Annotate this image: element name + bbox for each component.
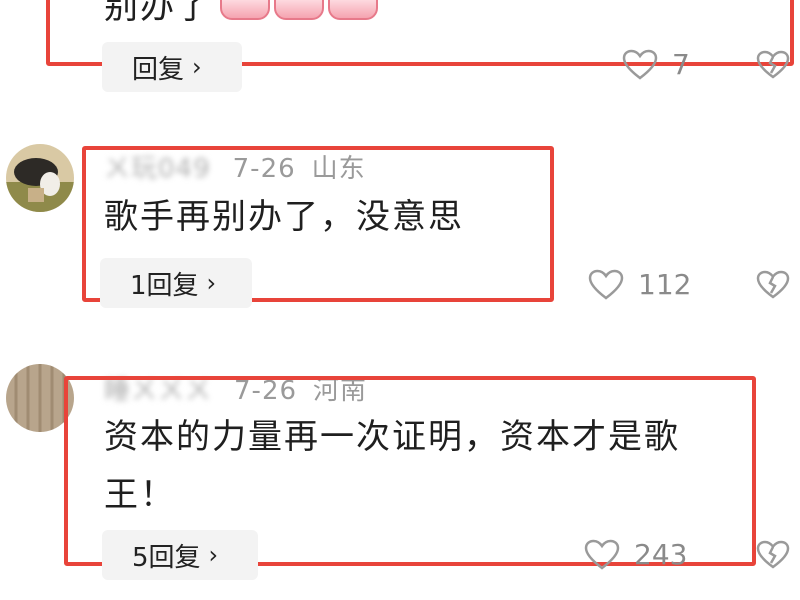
username[interactable]: ㄨ玩049 — [104, 154, 211, 184]
comment-location: 河南 — [313, 376, 368, 406]
comment-text: 歌手再别办了，没意思 — [104, 197, 464, 237]
comment-text-line-2: 王！ — [104, 475, 176, 515]
reply-button[interactable]: 5回复 › — [102, 530, 258, 580]
comment-meta: ㄨ玩049 7-26 山东 — [104, 148, 366, 185]
avatar-image — [6, 364, 74, 432]
like-count: 7 — [672, 48, 690, 81]
comment-text-line-1: 资本的力量再一次证明，资本才是歌 — [104, 417, 680, 457]
like-button[interactable]: 243 — [584, 538, 687, 571]
like-count: 243 — [634, 538, 688, 571]
comment-location: 山东 — [311, 154, 366, 184]
heart-outline-icon — [584, 539, 620, 570]
avatar[interactable] — [6, 364, 74, 432]
broken-heart-icon[interactable] — [756, 540, 790, 570]
broken-heart-icon[interactable] — [756, 50, 790, 80]
like-button[interactable]: 112 — [588, 268, 691, 301]
reply-label: 回复 — [132, 54, 185, 85]
username[interactable]: 睡ㄨㄨㄨ — [104, 376, 212, 406]
avatar-image — [6, 144, 74, 212]
heart-outline-icon — [622, 49, 658, 80]
reply-label: 5回复 — [132, 542, 201, 573]
broken-heart-icon[interactable] — [756, 270, 790, 300]
crying-emoji-icon — [274, 0, 324, 20]
chevron-right-icon: › — [208, 541, 219, 569]
chevron-right-icon: › — [192, 53, 202, 81]
crying-emoji-icon — [328, 0, 378, 20]
reply-label: 1回复 — [130, 270, 199, 301]
comment-date: 7-26 — [232, 154, 296, 184]
like-count: 112 — [638, 268, 692, 301]
crying-emoji-icon — [220, 0, 270, 20]
comment-meta: 睡ㄨㄨㄨ 7-26 河南 — [104, 370, 367, 407]
comment-text: 别办了 — [104, 0, 212, 27]
emoji-row — [220, 0, 378, 20]
reply-button[interactable]: 1回复 › — [100, 258, 252, 308]
comment-feed: 别办了 回复 › 7 ㄨ玩049 7-26 山东 歌手再别办了，没意思 1回复 … — [0, 0, 800, 600]
heart-outline-icon — [588, 269, 624, 300]
comment-date: 7-26 — [234, 376, 298, 406]
avatar[interactable] — [6, 144, 74, 212]
chevron-right-icon: › — [206, 269, 217, 297]
like-button[interactable]: 7 — [622, 48, 690, 81]
reply-button[interactable]: 回复 › — [102, 42, 242, 92]
